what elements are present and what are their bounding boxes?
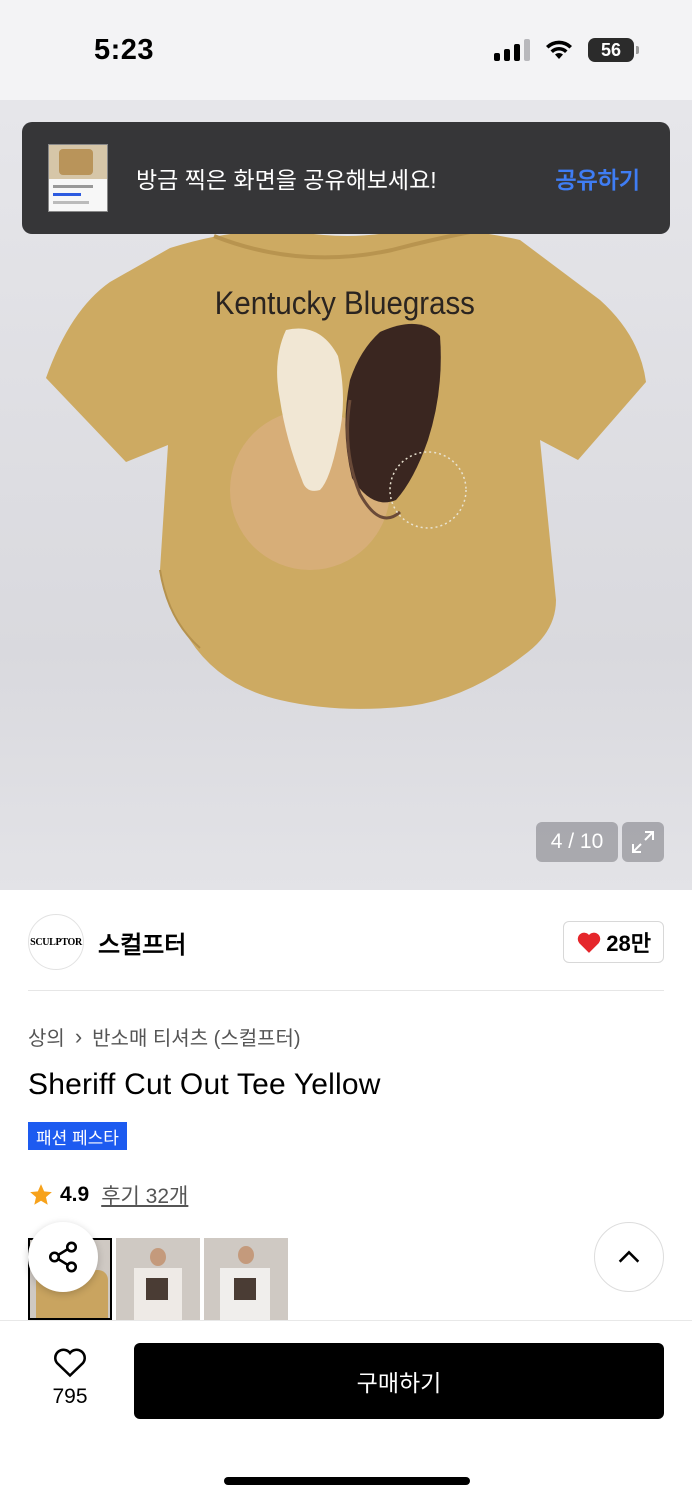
screenshot-thumbnail[interactable]	[48, 144, 108, 212]
heart-filled-icon	[578, 932, 601, 953]
share-icon	[48, 1241, 78, 1273]
battery-indicator: 56	[588, 38, 639, 62]
rating-value: 4.9	[60, 1183, 90, 1206]
brand-like-button[interactable]: 28만	[563, 921, 664, 963]
wishlist-button[interactable]: 795	[40, 1345, 100, 1409]
chevron-right-icon: ›	[74, 1023, 83, 1049]
breadcrumb: 상의 › 반소매 티셔츠 (스컬프터)	[28, 1022, 301, 1051]
event-badge: 패션 페스타	[28, 1122, 127, 1150]
signal-icon	[494, 39, 530, 61]
expand-image-button[interactable]	[622, 822, 664, 862]
brand-row: SCULPTOR 스컬프터 28만	[28, 912, 664, 972]
status-time: 5:23	[94, 34, 155, 66]
thumbnail-2[interactable]	[116, 1238, 200, 1320]
thumbnail-3[interactable]	[204, 1238, 288, 1320]
brand-logo[interactable]: SCULPTOR	[28, 914, 84, 970]
chevron-up-icon	[618, 1250, 640, 1263]
image-counter: 4 / 10	[536, 822, 618, 862]
screenshot-share-toast: 방금 찍은 화면을 공유해보세요! 공유하기	[22, 122, 670, 234]
status-icons: 56	[494, 38, 639, 62]
expand-icon	[632, 831, 654, 853]
status-bar: 5:23 56	[0, 0, 692, 100]
breadcrumb-subcategory[interactable]: 반소매 티셔츠 (스컬프터)	[92, 1022, 300, 1051]
brand-like-count: 28만	[606, 931, 651, 956]
toast-message: 방금 찍은 화면을 공유해보세요!	[136, 167, 437, 193]
divider	[28, 990, 664, 991]
wifi-icon	[546, 40, 572, 59]
buy-button[interactable]: 구매하기	[134, 1343, 664, 1419]
product-title: Sheriff Cut Out Tee Yellow	[28, 1068, 381, 1101]
share-button[interactable]	[28, 1222, 98, 1292]
scroll-to-top-button[interactable]	[594, 1222, 664, 1292]
share-now-button[interactable]: 공유하기	[555, 161, 640, 195]
rating-row: 4.9 후기 32개	[28, 1180, 188, 1210]
bottom-action-bar: 795 구매하기	[0, 1320, 692, 1500]
heart-outline-icon	[54, 1348, 86, 1378]
home-indicator	[224, 1477, 470, 1485]
breadcrumb-category[interactable]: 상의	[28, 1022, 65, 1051]
wishlist-count: 795	[52, 1385, 88, 1408]
star-icon	[30, 1184, 52, 1205]
reviews-link[interactable]: 후기 32개	[101, 1180, 188, 1210]
brand-name[interactable]: 스컬프터	[98, 925, 563, 960]
shirt-print-text: Kentucky Bluegrass	[215, 285, 475, 322]
